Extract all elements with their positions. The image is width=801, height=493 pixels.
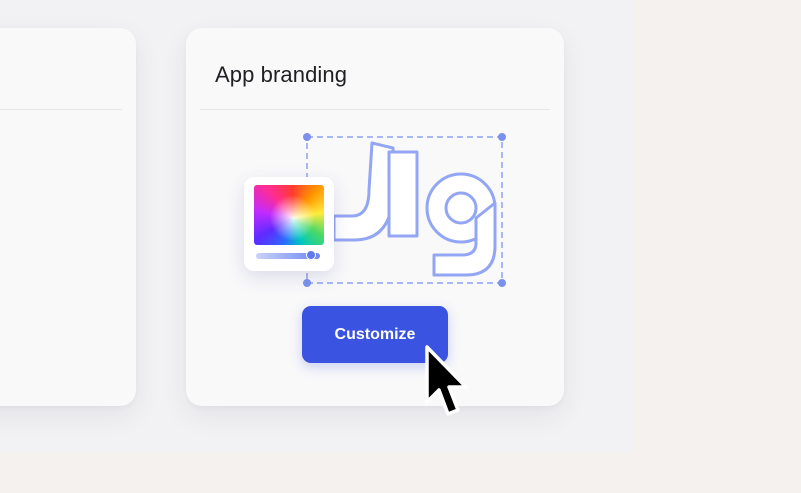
canvas-area: App branding Customize <box>0 0 634 452</box>
resize-handle-bottom-right <box>498 279 506 287</box>
hue-slider-thumb[interactable] <box>306 250 316 260</box>
resize-handle-top-left <box>303 133 311 141</box>
jig-logo[interactable] <box>332 141 497 277</box>
app-branding-card: App branding Customize <box>186 28 564 406</box>
logo-letter-i <box>387 150 419 238</box>
logo-letter-j <box>332 141 395 242</box>
mouse-pointer-icon <box>425 345 468 416</box>
color-picker[interactable] <box>244 177 334 271</box>
color-spectrum[interactable] <box>254 185 324 245</box>
left-card <box>0 28 136 406</box>
resize-handle-bottom-left <box>303 279 311 287</box>
resize-handle-top-right <box>498 133 506 141</box>
left-card-divider <box>0 109 122 110</box>
logo-letter-g-counter <box>444 191 478 225</box>
